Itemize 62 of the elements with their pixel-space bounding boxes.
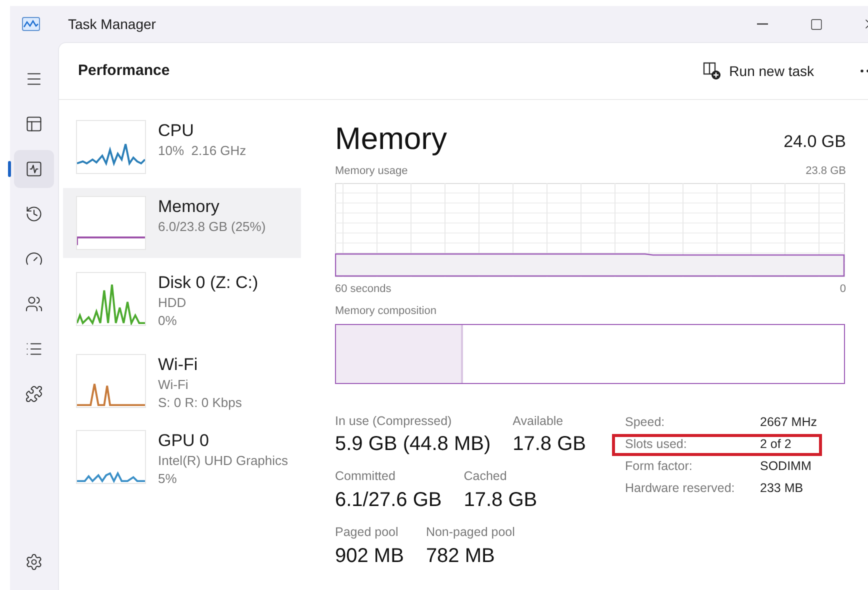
- device-item[interactable]: Memory 6.0/23.8 GB (25%): [63, 188, 301, 258]
- device-name: Disk 0 (Z: C:): [158, 272, 258, 294]
- run-task-button[interactable]: Run new task: [697, 56, 820, 86]
- graph-max: 23.8 GB: [806, 164, 846, 179]
- stat-value: 17.8 GB: [464, 488, 538, 513]
- device-name: Wi-Fi: [158, 354, 199, 376]
- time-span-label: 60 seconds: [335, 282, 392, 296]
- history-icon: [25, 205, 43, 223]
- device-item[interactable]: Disk 0 (Z: C:) HDD 0%: [63, 264, 301, 334]
- spec-value: 2 of 2: [760, 436, 792, 454]
- window-plus-icon: [703, 62, 722, 80]
- spec-value: 233 MB: [760, 480, 804, 498]
- device-info: 10% 2.16 GHz: [158, 142, 246, 160]
- stat-value: 6.1/27.6 GB: [335, 488, 442, 513]
- page-title: Performance: [78, 60, 170, 81]
- stat-label: Non-paged pool: [426, 524, 515, 541]
- stat-label: Paged pool: [335, 524, 400, 541]
- window-title: Task Manager: [68, 14, 156, 34]
- stat-value: 17.8 GB: [512, 432, 586, 458]
- pulse-icon: [25, 160, 43, 178]
- maximize-icon: [810, 18, 822, 30]
- device-name: CPU: [158, 120, 195, 142]
- app-icon: [22, 17, 40, 31]
- device-name: Memory: [158, 196, 220, 218]
- stat-value: 782 MB: [426, 544, 496, 569]
- spec-label: Slots used:: [625, 436, 688, 454]
- stat-value: 5.9 GB (44.8 MB): [335, 432, 491, 458]
- puzzle-icon: [25, 385, 43, 403]
- device-info: 0%: [158, 312, 178, 330]
- device-info: 6.0/23.8 GB (25%): [158, 218, 266, 236]
- stat-label: Committed: [335, 468, 396, 486]
- composition-label: Memory composition: [335, 304, 438, 319]
- minimize-icon: [756, 23, 768, 25]
- more-icon[interactable]: [860, 69, 868, 73]
- spec-value: SODIMM: [760, 458, 812, 476]
- device-info: S: 0 R: 0 Kbps: [158, 394, 242, 412]
- device-item[interactable]: Wi-Fi Wi-Fi S: 0 R: 0 Kbps: [63, 346, 301, 416]
- graph-label: Memory usage: [335, 164, 408, 179]
- device-info: Wi-Fi: [158, 376, 190, 394]
- total-memory: 24.0 GB: [784, 130, 846, 152]
- list-icon: [25, 340, 43, 358]
- selection-indicator: [8, 161, 11, 177]
- device-info: Intel(R) UHD Graphics: [158, 452, 288, 470]
- stat-value: 902 MB: [335, 544, 404, 569]
- spec-label: Speed:: [625, 414, 666, 432]
- menu-icon: [25, 70, 43, 88]
- spec-value: 2667 MHz: [760, 414, 817, 432]
- device-item[interactable]: GPU 0 Intel(R) UHD Graphics 5%: [63, 422, 301, 492]
- device-info: 5%: [158, 470, 178, 488]
- users-icon: [25, 295, 43, 313]
- spec-label: Form factor:: [625, 458, 694, 476]
- stat-label: Available: [512, 412, 564, 430]
- stat-label: In use (Compressed): [335, 412, 453, 430]
- device-name: GPU 0: [158, 430, 210, 452]
- time-end-label: 0: [840, 282, 846, 296]
- device-item[interactable]: CPU 10% 2.16 GHz: [63, 112, 301, 182]
- device-info: HDD: [158, 294, 188, 312]
- settings-icon: [25, 553, 43, 571]
- stat-label: Cached: [464, 468, 508, 486]
- spec-label: Hardware reserved:: [625, 480, 736, 498]
- detail-title: Memory: [335, 120, 447, 158]
- panels-icon: [25, 115, 43, 133]
